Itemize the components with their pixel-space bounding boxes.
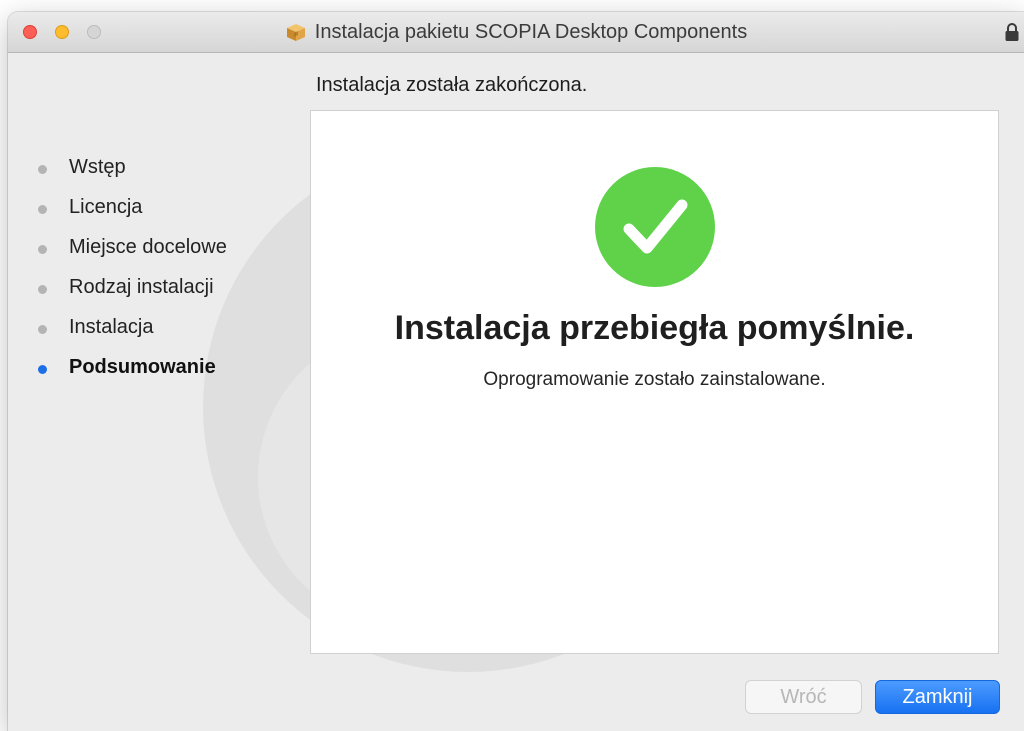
success-message: Oprogramowanie zostało zainstalowane. (483, 369, 826, 390)
installer-window: Instalacja pakietu SCOPIA Desktop Compon… (8, 12, 1024, 731)
step-item: Rodzaj instalacji (38, 267, 227, 307)
title-bar[interactable]: Instalacja pakietu SCOPIA Desktop Compon… (8, 12, 1024, 53)
step-item: Instalacja (38, 307, 227, 347)
step-item: Wstęp (38, 147, 227, 187)
step-item-active: Podsumowanie (38, 347, 227, 387)
step-label: Licencja (69, 195, 143, 218)
step-label: Podsumowanie (69, 355, 216, 378)
step-bullet (38, 164, 47, 174)
step-bullet (38, 284, 47, 294)
step-label: Wstęp (69, 155, 126, 178)
step-item: Licencja (38, 187, 227, 227)
step-bullet (38, 244, 47, 254)
step-label: Instalacja (69, 315, 154, 338)
content-panel: Instalacja przebiegła pomyślnie. Oprogra… (310, 110, 999, 654)
package-icon (286, 24, 305, 41)
checkmark-icon (595, 167, 715, 287)
success-headline: Instalacja przebiegła pomyślnie. (394, 309, 915, 347)
step-item: Miejsce docelowe (38, 227, 227, 267)
steps-sidebar: Wstęp Licencja Miejsce docelowe Rodzaj i… (38, 147, 227, 387)
step-label: Miejsce docelowe (69, 235, 227, 258)
step-bullet (38, 324, 47, 334)
back-button[interactable]: Wróć (745, 680, 862, 714)
close-button[interactable]: Zamknij (875, 680, 1000, 714)
step-bullet (38, 204, 47, 214)
lock-icon (1005, 23, 1019, 41)
window-title: Instalacja pakietu SCOPIA Desktop Compon… (314, 20, 748, 43)
step-label: Rodzaj instalacji (69, 275, 214, 298)
window-title-group: Instalacja pakietu SCOPIA Desktop Compon… (8, 12, 1024, 52)
page-subtitle: Instalacja została zakończona. (316, 74, 588, 96)
step-bullet-active (38, 364, 47, 374)
